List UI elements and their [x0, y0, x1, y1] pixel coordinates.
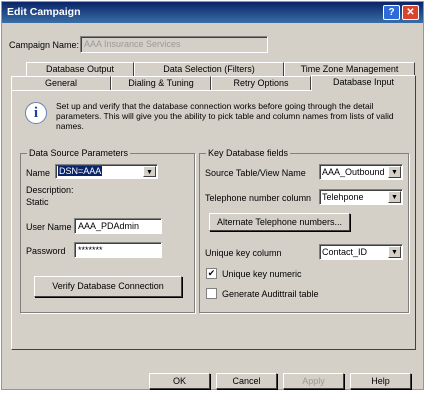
help-icon[interactable]: ? [383, 5, 400, 20]
phone-column-select[interactable]: Telehpone ▼ [319, 189, 403, 205]
audittrail-label: Generate Audittrail table [222, 289, 319, 299]
unique-numeric-label: Unique key numeric [222, 269, 302, 279]
close-icon[interactable]: ✕ [402, 5, 419, 20]
phone-column-value: Telehpone [322, 192, 364, 202]
tab-dialing-tuning[interactable]: Dialing & Tuning [111, 76, 211, 90]
cancel-button[interactable]: Cancel [216, 373, 277, 389]
username-label: User Name [26, 222, 72, 232]
tab-general[interactable]: General [11, 76, 111, 90]
campaign-name-field[interactable]: AAA Insurance Services [80, 36, 268, 53]
data-source-group: Data Source Parameters Name DSN=AAA ▼ De… [20, 148, 195, 313]
database-input-panel: i Set up and verify that the database co… [11, 90, 416, 350]
ok-button[interactable]: OK [149, 373, 210, 389]
title-bar: Edit Campaign ? ✕ [2, 2, 423, 23]
description-label: Description: [26, 185, 74, 195]
unique-numeric-checkbox[interactable]: ✔ [206, 268, 217, 279]
info-icon: i [25, 102, 47, 124]
unique-key-select[interactable]: Contact_ID ▼ [319, 244, 403, 260]
edit-campaign-dialog: Edit Campaign ? ✕ Campaign Name: AAA Ins… [1, 1, 424, 390]
data-source-legend: Data Source Parameters [27, 148, 131, 158]
tab-data-selection[interactable]: Data Selection (Filters) [134, 62, 284, 76]
alternate-numbers-button[interactable]: Alternate Telephone numbers... [209, 213, 350, 231]
source-table-select[interactable]: AAA_Outbound ▼ [319, 164, 403, 180]
source-table-value: AAA_Outbound [322, 167, 385, 177]
tab-database-output[interactable]: Database Output [26, 62, 134, 76]
apply-button[interactable]: Apply [283, 373, 344, 389]
chevron-down-icon[interactable]: ▼ [388, 191, 401, 203]
description-value: Static [26, 197, 49, 207]
verify-connection-button[interactable]: Verify Database Connection [34, 276, 182, 297]
chevron-down-icon[interactable]: ▼ [143, 166, 156, 177]
window-title: Edit Campaign [7, 6, 81, 18]
key-fields-group: Key Database fields Source Table/View Na… [199, 148, 409, 313]
dsn-name-label: Name [26, 168, 51, 178]
password-label: Password [26, 246, 66, 256]
dsn-name-value: DSN=AAA [58, 166, 103, 176]
password-field[interactable]: ******* [74, 242, 162, 258]
dsn-name-select[interactable]: DSN=AAA ▼ [55, 164, 158, 179]
chevron-down-icon[interactable]: ▼ [388, 166, 401, 178]
key-fields-legend: Key Database fields [206, 148, 291, 158]
chevron-down-icon[interactable]: ▼ [388, 246, 401, 258]
help-button[interactable]: Help [350, 373, 411, 389]
unique-key-value: Contact_ID [322, 247, 368, 257]
tab-time-zone-management[interactable]: Time Zone Management [284, 62, 415, 76]
tab-database-input[interactable]: Database Input [311, 75, 416, 91]
unique-key-label: Unique key column [205, 248, 282, 258]
campaign-name-label: Campaign Name: [9, 40, 80, 50]
phone-column-label: Telephone number column [205, 193, 312, 203]
username-field[interactable]: AAA_PDAdmin [74, 218, 162, 234]
info-text: Set up and verify that the database conn… [56, 101, 394, 131]
audittrail-checkbox[interactable] [206, 288, 217, 299]
tab-retry-options[interactable]: Retry Options [211, 76, 311, 90]
source-table-label: Source Table/View Name [205, 168, 306, 178]
